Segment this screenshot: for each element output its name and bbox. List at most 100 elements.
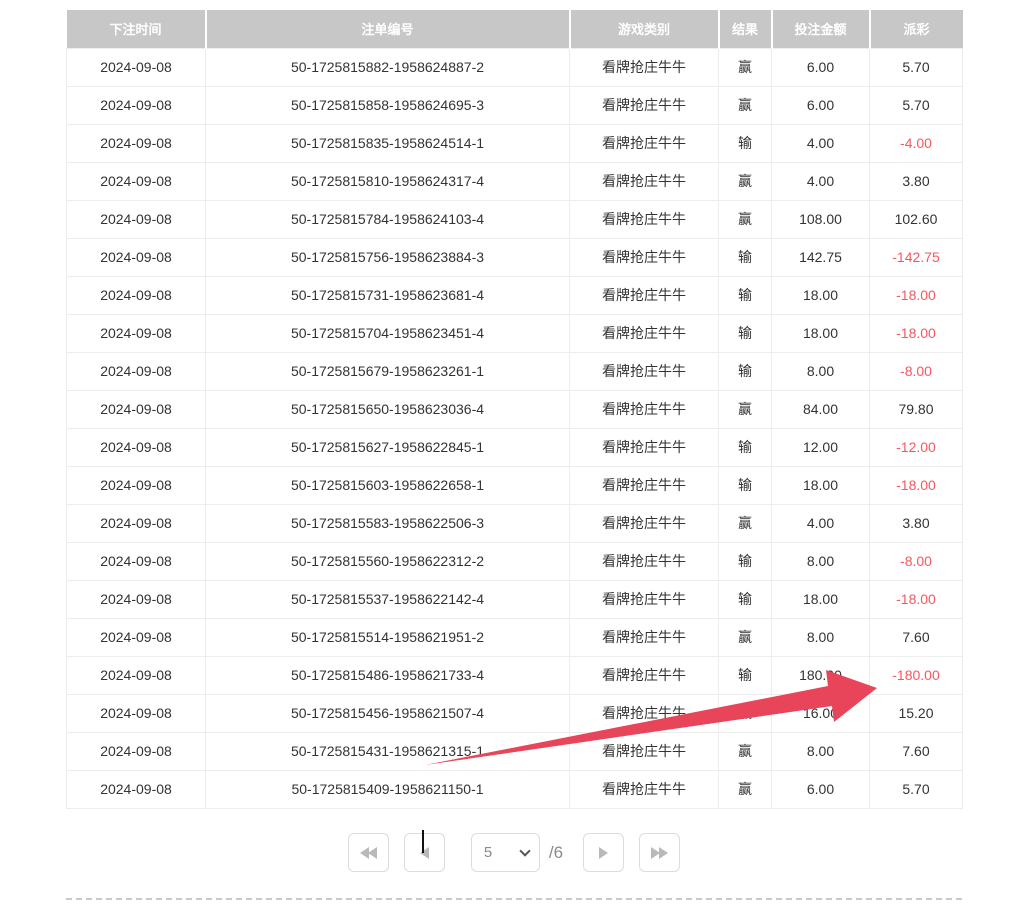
- cell-result: 赢: [719, 200, 772, 238]
- cell-order-no: 50-1725815858-1958624695-3: [206, 86, 570, 124]
- cell-order-no: 50-1725815835-1958624514-1: [206, 124, 570, 162]
- cell-bet-time: 2024-09-08: [67, 618, 206, 656]
- cell-order-no: 50-1725815431-1958621315-1: [206, 732, 570, 770]
- cell-result: 输: [719, 428, 772, 466]
- cell-game-type: 看牌抢庄牛牛: [570, 314, 719, 352]
- table-row: 2024-09-08 50-1725815858-1958624695-3 看牌…: [67, 86, 963, 124]
- cell-result: 输: [719, 314, 772, 352]
- cell-result: 赢: [719, 770, 772, 808]
- cell-payout: 5.70: [870, 86, 963, 124]
- cell-bet-time: 2024-09-08: [67, 352, 206, 390]
- cell-game-type: 看牌抢庄牛牛: [570, 770, 719, 808]
- text-caret: [422, 830, 424, 853]
- table-header: 下注时间 注单编号 游戏类别 结果 投注金额 派彩: [67, 10, 963, 48]
- cell-game-type: 看牌抢庄牛牛: [570, 580, 719, 618]
- cell-bet-time: 2024-09-08: [67, 200, 206, 238]
- cell-game-type: 看牌抢庄牛牛: [570, 238, 719, 276]
- table-row: 2024-09-08 50-1725815704-1958623451-4 看牌…: [67, 314, 963, 352]
- column-header-order-no: 注单编号: [206, 10, 570, 48]
- cell-bet-time: 2024-09-08: [67, 542, 206, 580]
- table-row: 2024-09-08 50-1725815583-1958622506-3 看牌…: [67, 504, 963, 542]
- cell-order-no: 50-1725815784-1958624103-4: [206, 200, 570, 238]
- last-page-button[interactable]: [639, 833, 680, 872]
- cell-payout: 3.80: [870, 504, 963, 542]
- cell-order-no: 50-1725815704-1958623451-4: [206, 314, 570, 352]
- cell-game-type: 看牌抢庄牛牛: [570, 162, 719, 200]
- cell-game-type: 看牌抢庄牛牛: [570, 542, 719, 580]
- cell-bet-amount: 180.00: [772, 656, 870, 694]
- cell-bet-time: 2024-09-08: [67, 428, 206, 466]
- cell-payout: -18.00: [870, 580, 963, 618]
- table-row: 2024-09-08 50-1725815431-1958621315-1 看牌…: [67, 732, 963, 770]
- cell-payout: -12.00: [870, 428, 963, 466]
- cell-bet-amount: 18.00: [772, 276, 870, 314]
- column-header-bet-time: 下注时间: [67, 10, 206, 48]
- header-row: 下注时间 注单编号 游戏类别 结果 投注金额 派彩: [67, 10, 963, 48]
- cell-bet-amount: 8.00: [772, 732, 870, 770]
- cell-bet-amount: 18.00: [772, 466, 870, 504]
- cell-bet-time: 2024-09-08: [67, 390, 206, 428]
- cell-result: 输: [719, 580, 772, 618]
- cell-order-no: 50-1725815603-1958622658-1: [206, 466, 570, 504]
- cell-order-no: 50-1725815537-1958622142-4: [206, 580, 570, 618]
- cell-order-no: 50-1725815409-1958621150-1: [206, 770, 570, 808]
- cell-payout: 102.60: [870, 200, 963, 238]
- cell-payout: 3.80: [870, 162, 963, 200]
- table-row: 2024-09-08 50-1725815486-1958621733-4 看牌…: [67, 656, 963, 694]
- table-row: 2024-09-08 50-1725815409-1958621150-1 看牌…: [67, 770, 963, 808]
- cell-game-type: 看牌抢庄牛牛: [570, 656, 719, 694]
- cell-game-type: 看牌抢庄牛牛: [570, 390, 719, 428]
- right-arrow-icon: [599, 847, 608, 859]
- cell-order-no: 50-1725815882-1958624887-2: [206, 48, 570, 86]
- cell-game-type: 看牌抢庄牛牛: [570, 428, 719, 466]
- cell-order-no: 50-1725815756-1958623884-3: [206, 238, 570, 276]
- bet-history-table: 下注时间 注单编号 游戏类别 结果 投注金额 派彩 2024-09-08 50-…: [66, 10, 963, 809]
- cell-bet-time: 2024-09-08: [67, 162, 206, 200]
- cell-payout: -4.00: [870, 124, 963, 162]
- cell-bet-amount: 18.00: [772, 314, 870, 352]
- cell-game-type: 看牌抢庄牛牛: [570, 466, 719, 504]
- cell-bet-amount: 84.00: [772, 390, 870, 428]
- cell-bet-time: 2024-09-08: [67, 732, 206, 770]
- cell-bet-amount: 4.00: [772, 162, 870, 200]
- page-select[interactable]: 5: [471, 833, 540, 872]
- cell-result: 赢: [719, 694, 772, 732]
- cell-payout: -180.00: [870, 656, 963, 694]
- cell-payout: 7.60: [870, 618, 963, 656]
- cell-bet-time: 2024-09-08: [67, 694, 206, 732]
- cell-order-no: 50-1725815810-1958624317-4: [206, 162, 570, 200]
- cell-payout: -18.00: [870, 314, 963, 352]
- double-right-arrow-icon: [651, 847, 668, 859]
- cell-payout: -142.75: [870, 238, 963, 276]
- prev-page-button[interactable]: [404, 833, 445, 872]
- table-row: 2024-09-08 50-1725815650-1958623036-4 看牌…: [67, 390, 963, 428]
- cell-game-type: 看牌抢庄牛牛: [570, 618, 719, 656]
- cell-result: 输: [719, 466, 772, 504]
- dashed-divider: [66, 898, 962, 900]
- cell-bet-time: 2024-09-08: [67, 580, 206, 618]
- page-total-label: /6: [549, 843, 563, 863]
- page-select-wrap: 5: [471, 833, 540, 872]
- table-row: 2024-09-08 50-1725815537-1958622142-4 看牌…: [67, 580, 963, 618]
- cell-payout: 7.60: [870, 732, 963, 770]
- cell-bet-amount: 4.00: [772, 124, 870, 162]
- cell-bet-time: 2024-09-08: [67, 48, 206, 86]
- cell-bet-time: 2024-09-08: [67, 238, 206, 276]
- next-page-button[interactable]: [583, 833, 624, 872]
- pagination-bar: 5 /6: [66, 833, 962, 872]
- cell-result: 赢: [719, 732, 772, 770]
- cell-bet-amount: 8.00: [772, 618, 870, 656]
- first-page-button[interactable]: [348, 833, 389, 872]
- cell-result: 输: [719, 542, 772, 580]
- table-row: 2024-09-08 50-1725815456-1958621507-4 看牌…: [67, 694, 963, 732]
- cell-bet-amount: 16.00: [772, 694, 870, 732]
- table-row: 2024-09-08 50-1725815882-1958624887-2 看牌…: [67, 48, 963, 86]
- cell-bet-time: 2024-09-08: [67, 504, 206, 542]
- table-row: 2024-09-08 50-1725815784-1958624103-4 看牌…: [67, 200, 963, 238]
- table-row: 2024-09-08 50-1725815514-1958621951-2 看牌…: [67, 618, 963, 656]
- cell-game-type: 看牌抢庄牛牛: [570, 352, 719, 390]
- cell-order-no: 50-1725815486-1958621733-4: [206, 656, 570, 694]
- cell-order-no: 50-1725815731-1958623681-4: [206, 276, 570, 314]
- column-header-result: 结果: [719, 10, 772, 48]
- cell-bet-amount: 142.75: [772, 238, 870, 276]
